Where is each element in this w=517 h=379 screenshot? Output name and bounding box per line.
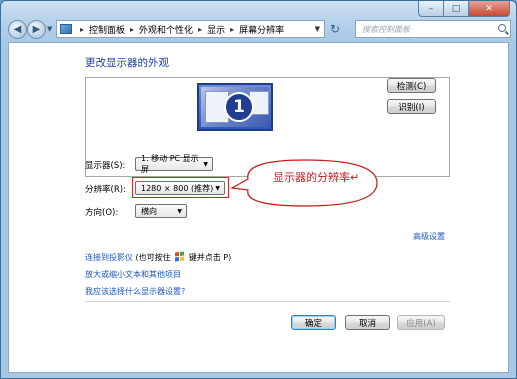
- display-select-value: 1. 移动 PC 显示屏: [141, 154, 199, 174]
- resolution-label: 分辨率(R):: [85, 185, 126, 195]
- display-select[interactable]: 1. 移动 PC 显示屏 ▼: [135, 154, 213, 174]
- maximize-button[interactable]: □: [444, 1, 469, 17]
- forward-arrow-icon: ▶: [32, 24, 41, 35]
- projector-hint-suffix: 键并点击 P): [186, 253, 232, 262]
- refresh-icon[interactable]: ↻: [330, 22, 340, 36]
- back-button[interactable]: ◀: [8, 20, 27, 39]
- chevron-right-icon[interactable]: ▸: [230, 25, 234, 34]
- monitor-screen: 1: [201, 87, 269, 127]
- search-input[interactable]: 搜索控制面板: [355, 20, 511, 38]
- orientation-select[interactable]: 横向 ▼: [135, 204, 187, 218]
- dropdown-arrow-icon: ▼: [203, 160, 208, 168]
- back-arrow-icon: ◀: [13, 24, 22, 35]
- text-size-link[interactable]: 放大或缩小文本和其他项目: [85, 269, 181, 280]
- caption-buttons: – □ ✕: [418, 1, 510, 17]
- breadcrumb-control-panel[interactable]: 控制面板: [89, 23, 125, 36]
- chevron-right-icon[interactable]: ▸: [80, 25, 84, 34]
- address-dropdown-icon[interactable]: ▼: [315, 25, 320, 33]
- ok-button[interactable]: 确定: [291, 315, 336, 330]
- monitor-number-badge: 1: [224, 92, 254, 122]
- address-bar[interactable]: ▸ 控制面板 ▸ 外观和个性化 ▸ 显示 ▸ 屏幕分辨率 ▼: [56, 20, 325, 38]
- projector-hint-prefix: (也可按住: [133, 253, 174, 262]
- recent-pages-dropdown-icon[interactable]: ▼: [47, 25, 52, 33]
- monitor-1-icon[interactable]: 1: [197, 83, 273, 131]
- breadcrumb-display[interactable]: 显示: [207, 23, 225, 36]
- close-button[interactable]: ✕: [469, 1, 510, 17]
- breadcrumb-screen-resolution[interactable]: 屏幕分辨率: [239, 23, 284, 36]
- content-panel: 更改显示器的外观 1 检测(C) 识别(I) 显示器(S): 1. 移动 PC …: [8, 42, 509, 373]
- display-label: 显示器(S):: [85, 161, 126, 171]
- chevron-right-icon[interactable]: ▸: [198, 25, 202, 34]
- orientation-select-value: 横向: [141, 206, 157, 216]
- breadcrumb-appearance[interactable]: 外观和个性化: [139, 23, 193, 36]
- orientation-label: 方向(O):: [85, 208, 119, 218]
- apply-button[interactable]: 应用(A): [397, 315, 445, 330]
- chevron-right-icon[interactable]: ▸: [130, 25, 134, 34]
- resolution-highlight-box: [132, 177, 229, 198]
- connect-projector-link[interactable]: 连接到投影仪: [85, 253, 133, 262]
- dropdown-arrow-icon: ▼: [177, 207, 182, 215]
- minimize-button[interactable]: –: [418, 1, 444, 17]
- windows-logo-icon: [175, 251, 185, 262]
- footer-divider: [85, 301, 450, 302]
- navigation-bar: ◀ ▶ ▼ ▸ 控制面板 ▸ 外观和个性化 ▸ 显示 ▸ 屏幕分辨率 ▼ ↻ 搜…: [6, 18, 511, 40]
- forward-button[interactable]: ▶: [27, 20, 46, 39]
- search-placeholder: 搜索控制面板: [362, 24, 410, 34]
- which-settings-link[interactable]: 我应该选择什么显示器设置?: [85, 286, 185, 297]
- control-panel-icon: [60, 24, 72, 34]
- projector-row: 连接到投影仪 (也可按住 键并点击 P): [85, 251, 232, 263]
- callout-text: 显示器的分辨率↵: [273, 171, 360, 184]
- page-title: 更改显示器的外观: [85, 57, 169, 69]
- search-icon[interactable]: [498, 24, 506, 32]
- identify-button[interactable]: 识别(I): [387, 99, 436, 114]
- cancel-button[interactable]: 取消: [345, 315, 390, 330]
- control-panel-window: – □ ✕ ◀ ▶ ▼ ▸ 控制面板 ▸ 外观和个性化 ▸ 显示 ▸ 屏幕分辨率…: [0, 0, 517, 379]
- detect-button[interactable]: 检测(C): [387, 78, 436, 93]
- advanced-settings-link[interactable]: 高级设置: [413, 231, 445, 242]
